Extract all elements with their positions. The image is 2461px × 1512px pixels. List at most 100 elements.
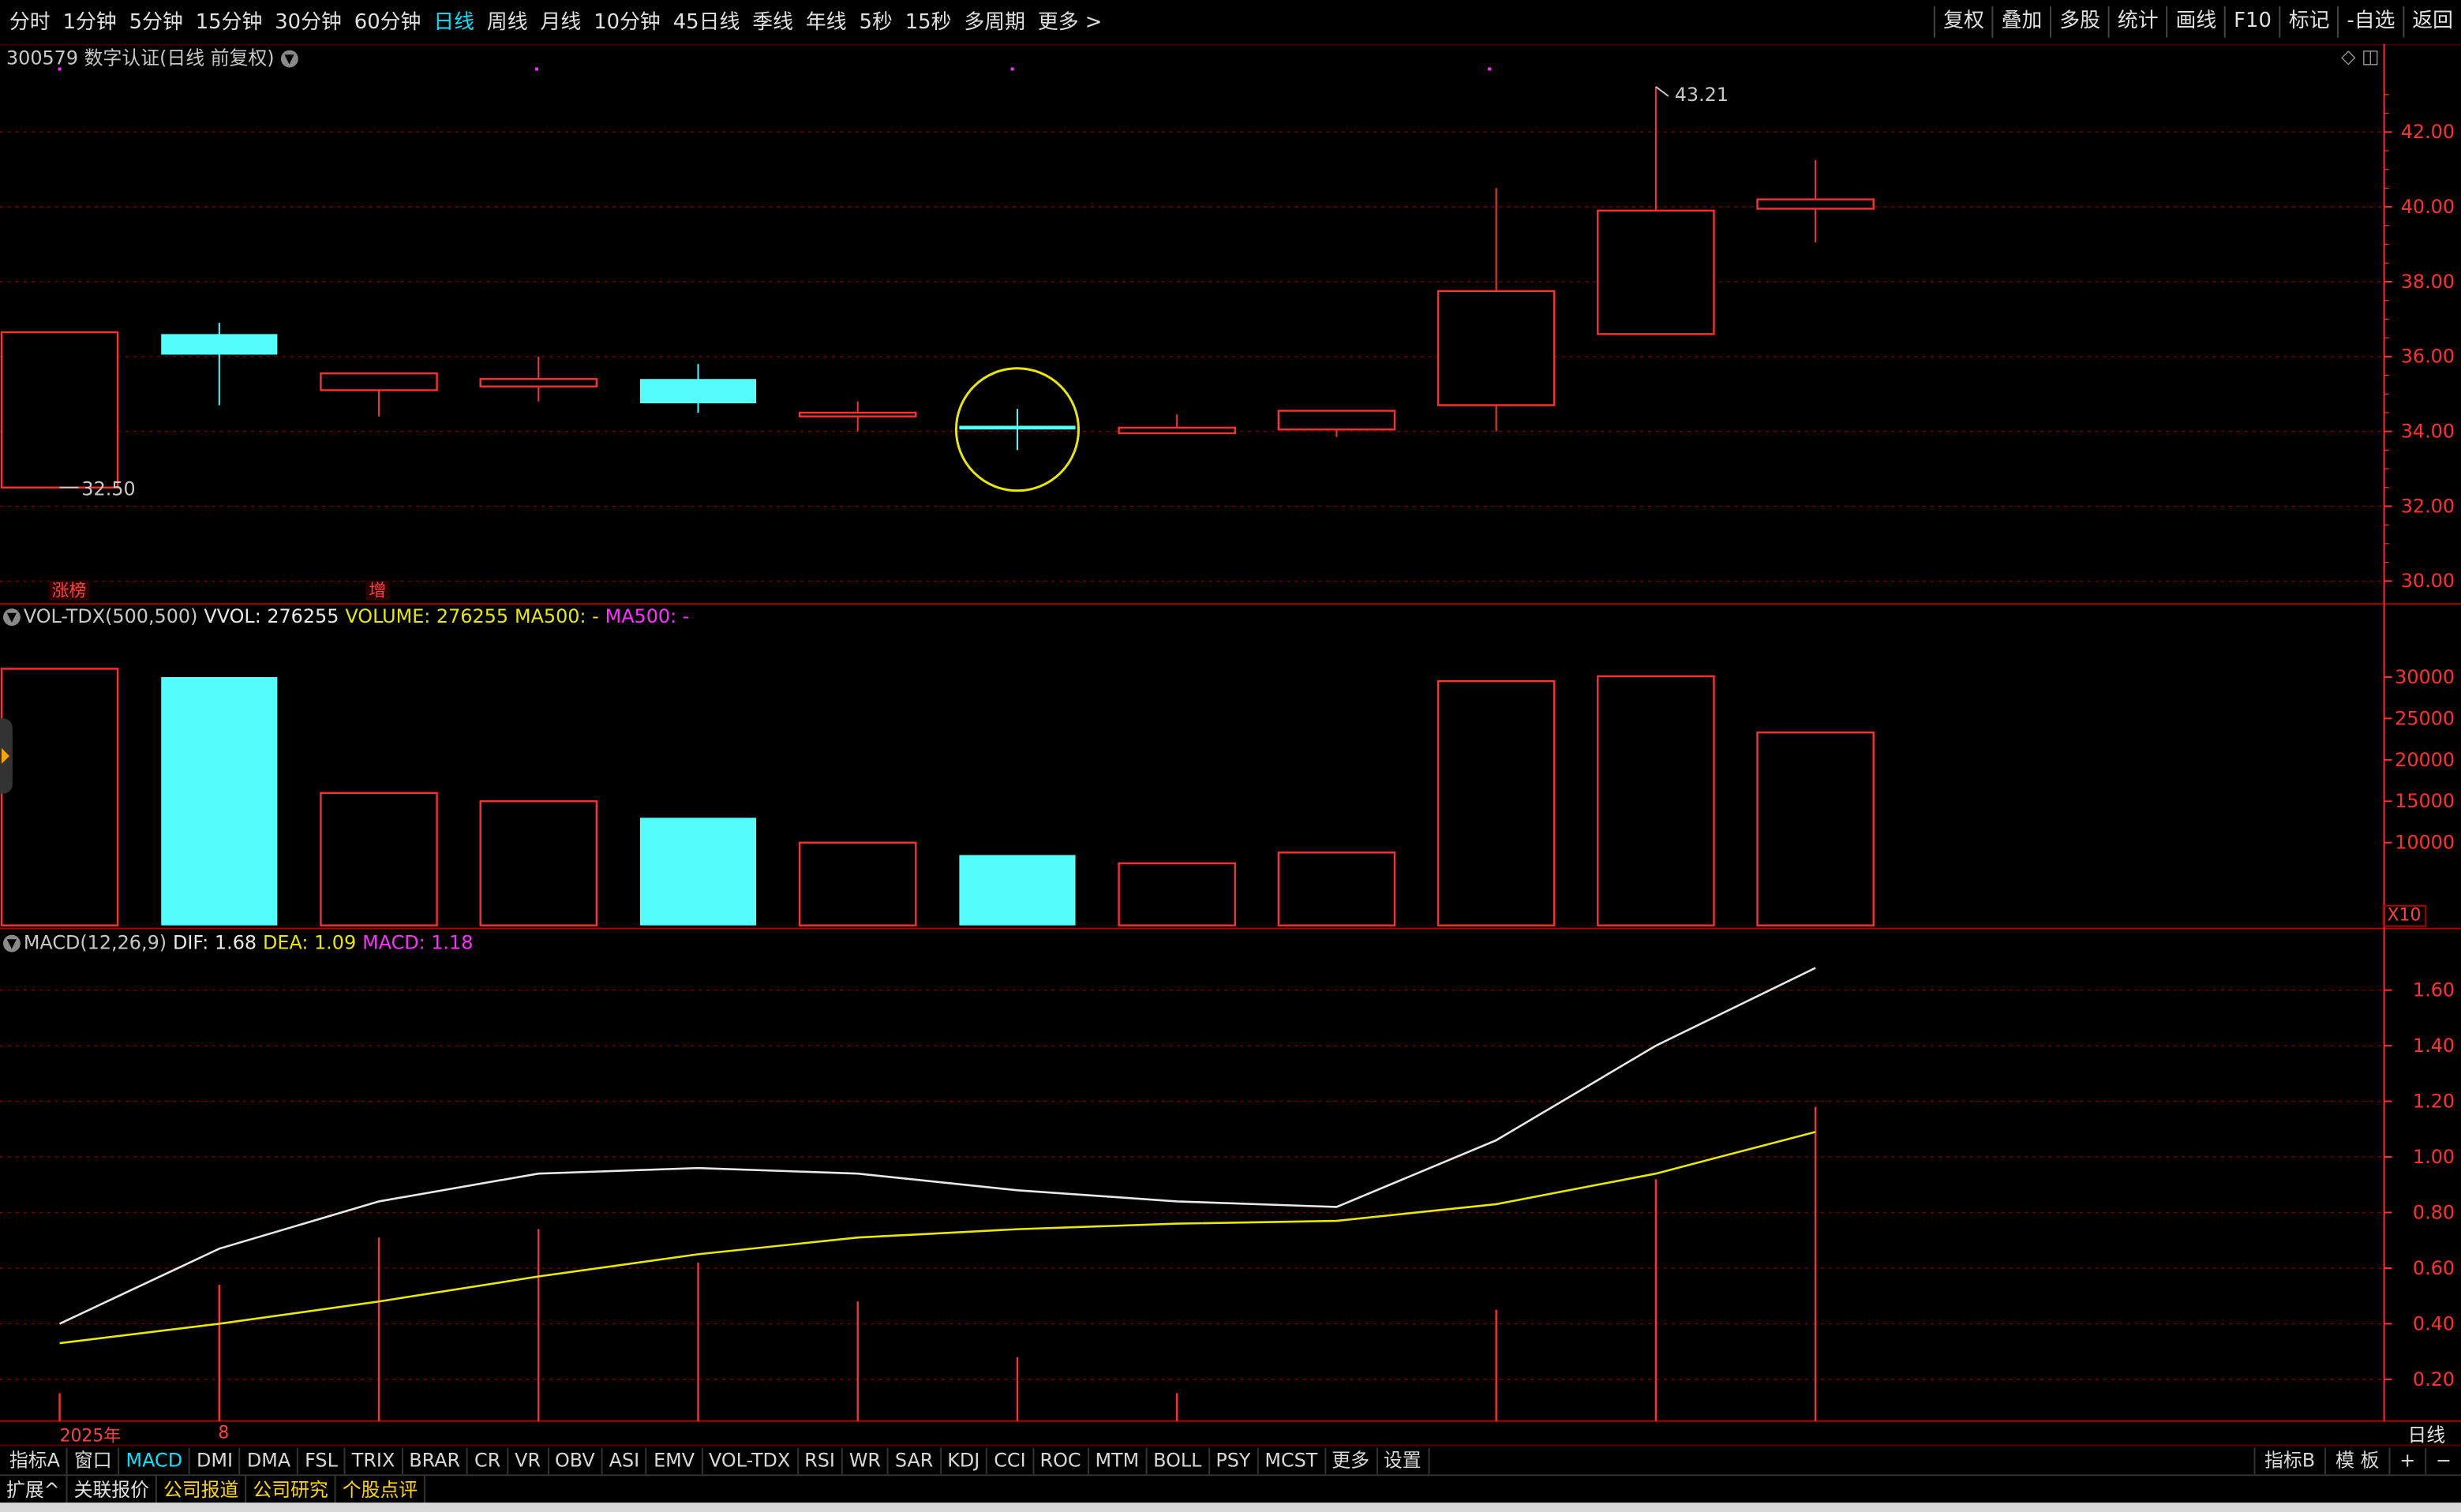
side-expand-handle[interactable] [0, 718, 13, 794]
volume-tick-label: 10000 [2395, 832, 2455, 854]
chevron-down-icon[interactable]: ▼ [2, 608, 21, 627]
period-tab[interactable]: 5分钟 [123, 8, 189, 39]
indicator-tab[interactable]: MCST [1258, 1447, 1326, 1475]
news-tab[interactable]: 公司研究 [246, 1476, 336, 1505]
chart-canvas[interactable]: 42.00 40.00 38.00 36.00 34.00 32.00 30.00 43.21… [0, 43, 2461, 1445]
price-tick-label: 32.00 [2401, 495, 2455, 517]
candle-body-up [1118, 426, 1236, 435]
indicator-tab[interactable]: CCI [987, 1447, 1034, 1475]
candle-body-down [639, 379, 757, 404]
period-toolbar: 分时 1分钟 5分钟 15分钟 30分钟 60分钟 日线 周线 月线 10分钟 45日线 季线 年线 5秒… [0, 0, 2461, 46]
news-tab[interactable]: 个股点评 [336, 1476, 426, 1505]
toolbar-button[interactable]: 画线 [2166, 6, 2225, 38]
dif-value: DIF: 1.68 [173, 931, 257, 954]
period-tab[interactable]: 10分钟 [587, 8, 667, 39]
period-tab[interactable]: 日线 [427, 8, 481, 39]
volume-bar-up [1437, 680, 1556, 926]
toolbar-right-buttons: 复权 叠加 多股 统计 画线 F10 标记 -自选 返回 [1934, 6, 2461, 38]
macd-panel-header: ▼ MACD(12,26,9) DIF: 1.68 DEA: 1.09 MACD: 1.… [2, 931, 479, 954]
toolbar-button[interactable]: -自选 [2337, 6, 2403, 38]
high-label: 43.21 [1675, 84, 1729, 106]
news-tabbar: 扩展^ 关联报价 公司报道 公司研究 个股点评 [0, 1474, 2461, 1505]
indicator-tab[interactable]: TRIX [346, 1447, 403, 1475]
news-tab[interactable]: 公司报道 [157, 1476, 247, 1505]
volume-indicator-name[interactable]: VOL-TDX(500,500) [24, 605, 198, 627]
macd-indicator-name[interactable]: MACD(12,26,9) [24, 932, 167, 954]
indicator-tab[interactable]: MTM [1089, 1447, 1148, 1475]
period-tab[interactable]: 30分钟 [268, 8, 348, 39]
indicator-tab[interactable]: ROC [1034, 1447, 1089, 1475]
indicator-right-button[interactable]: + [2388, 1447, 2425, 1475]
period-tab[interactable]: 更多 > [1032, 8, 1108, 39]
tag-limit-up[interactable]: 涨榜 [48, 580, 90, 601]
period-tab[interactable]: 周线 [481, 8, 534, 39]
indicator-right-button[interactable]: 指标B [2253, 1447, 2324, 1475]
period-tab[interactable]: 1分钟 [57, 8, 123, 39]
period-tab[interactable]: 15分钟 [189, 8, 269, 39]
volume-tick-label: 25000 [2395, 707, 2455, 729]
indicator-tab[interactable]: FSL [298, 1447, 346, 1475]
indicator-tab[interactable]: 设置 [1377, 1447, 1429, 1475]
toolbar-button[interactable]: 复权 [1934, 6, 1992, 38]
event-marker [1488, 67, 1492, 71]
indicator-tab[interactable]: CR [468, 1447, 509, 1475]
indicator-tab[interactable]: 更多 [1325, 1447, 1377, 1475]
period-tab[interactable]: 多周期 [957, 8, 1031, 39]
toolbar-button[interactable]: 多股 [2050, 6, 2108, 38]
vvol-value: VVOL: 276255 [204, 605, 339, 628]
volume-bar-up [0, 668, 119, 926]
volume-bar-down [639, 818, 757, 926]
ma500-value-2: MA500: - [605, 605, 690, 628]
indicator-tab[interactable]: KDJ [941, 1447, 988, 1475]
indicator-tabs: 指标A 窗口 MACD DMI DMA FSL TRIX BRAR CR VR OBV ASI EMV V… [3, 1447, 1429, 1475]
toolbar-button[interactable]: F10 [2224, 6, 2279, 38]
toolbar-button[interactable]: 统计 [2107, 6, 2167, 38]
tag-increase[interactable]: 增 [365, 580, 390, 601]
volume-tick-label: 30000 [2395, 666, 2455, 688]
period-tab[interactable]: 15秒 [899, 8, 958, 39]
dea-line [59, 1131, 1816, 1345]
indicator-tab[interactable]: VR [508, 1447, 549, 1475]
indicator-tab[interactable]: 窗口 [68, 1447, 120, 1475]
indicator-right-button[interactable]: − [2425, 1447, 2461, 1475]
candle-body-up [1597, 209, 1715, 335]
indicator-tab[interactable]: RSI [798, 1447, 843, 1475]
period-tab[interactable]: 月线 [534, 8, 588, 39]
period-tab[interactable]: 5秒 [853, 8, 899, 39]
toolbar-button[interactable]: 叠加 [1991, 6, 2051, 38]
volume-unit-badge: X10 [2382, 904, 2426, 927]
x-label-month: 8 [218, 1422, 230, 1443]
period-label: 日线 [2407, 1424, 2446, 1447]
period-tab[interactable]: 季线 [746, 8, 800, 39]
volume-bar-up [1756, 732, 1875, 926]
indicator-right-button[interactable]: 模 板 [2324, 1447, 2388, 1475]
news-tab[interactable]: 扩展^ [0, 1476, 68, 1505]
indicator-tab[interactable]: WR [843, 1447, 889, 1475]
period-tab[interactable]: 分时 [3, 8, 57, 39]
indicator-tab[interactable]: 指标A [3, 1447, 68, 1475]
price-tick-label: 38.00 [2401, 271, 2455, 293]
toolbar-button[interactable]: 返回 [2403, 6, 2461, 38]
indicator-tab[interactable]: BOLL [1147, 1447, 1210, 1475]
indicator-tab[interactable]: SAR [889, 1447, 942, 1475]
indicator-tab[interactable]: OBV [549, 1447, 603, 1475]
indicator-tab[interactable]: ASI [603, 1447, 648, 1475]
period-tab[interactable]: 45日线 [667, 8, 747, 39]
event-marker [58, 67, 62, 71]
toolbar-button[interactable]: 标记 [2279, 6, 2338, 38]
period-tab[interactable]: 年线 [800, 8, 853, 39]
volume-bar-up [1118, 862, 1236, 926]
indicator-tab[interactable]: PSY [1209, 1447, 1259, 1475]
indicator-tab[interactable]: BRAR [403, 1447, 469, 1475]
indicator-tab[interactable]: MACD [120, 1447, 191, 1475]
indicator-tab[interactable]: DMA [241, 1447, 299, 1475]
candle-body-down [959, 425, 1076, 430]
news-tab[interactable]: 关联报价 [68, 1476, 158, 1505]
indicator-tab[interactable]: VOL-TDX [702, 1447, 799, 1475]
indicator-tab[interactable]: DMI [190, 1447, 241, 1475]
indicator-tab[interactable]: EMV [647, 1447, 703, 1475]
period-tabs: 分时 1分钟 5分钟 15分钟 30分钟 60分钟 日线 周线 月线 10分钟 45日线 季线 年线 5秒… [3, 8, 1108, 39]
price-tick-label: 36.00 [2401, 346, 2455, 368]
period-tab[interactable]: 60分钟 [348, 8, 428, 39]
chevron-down-icon[interactable]: ▼ [2, 934, 21, 952]
